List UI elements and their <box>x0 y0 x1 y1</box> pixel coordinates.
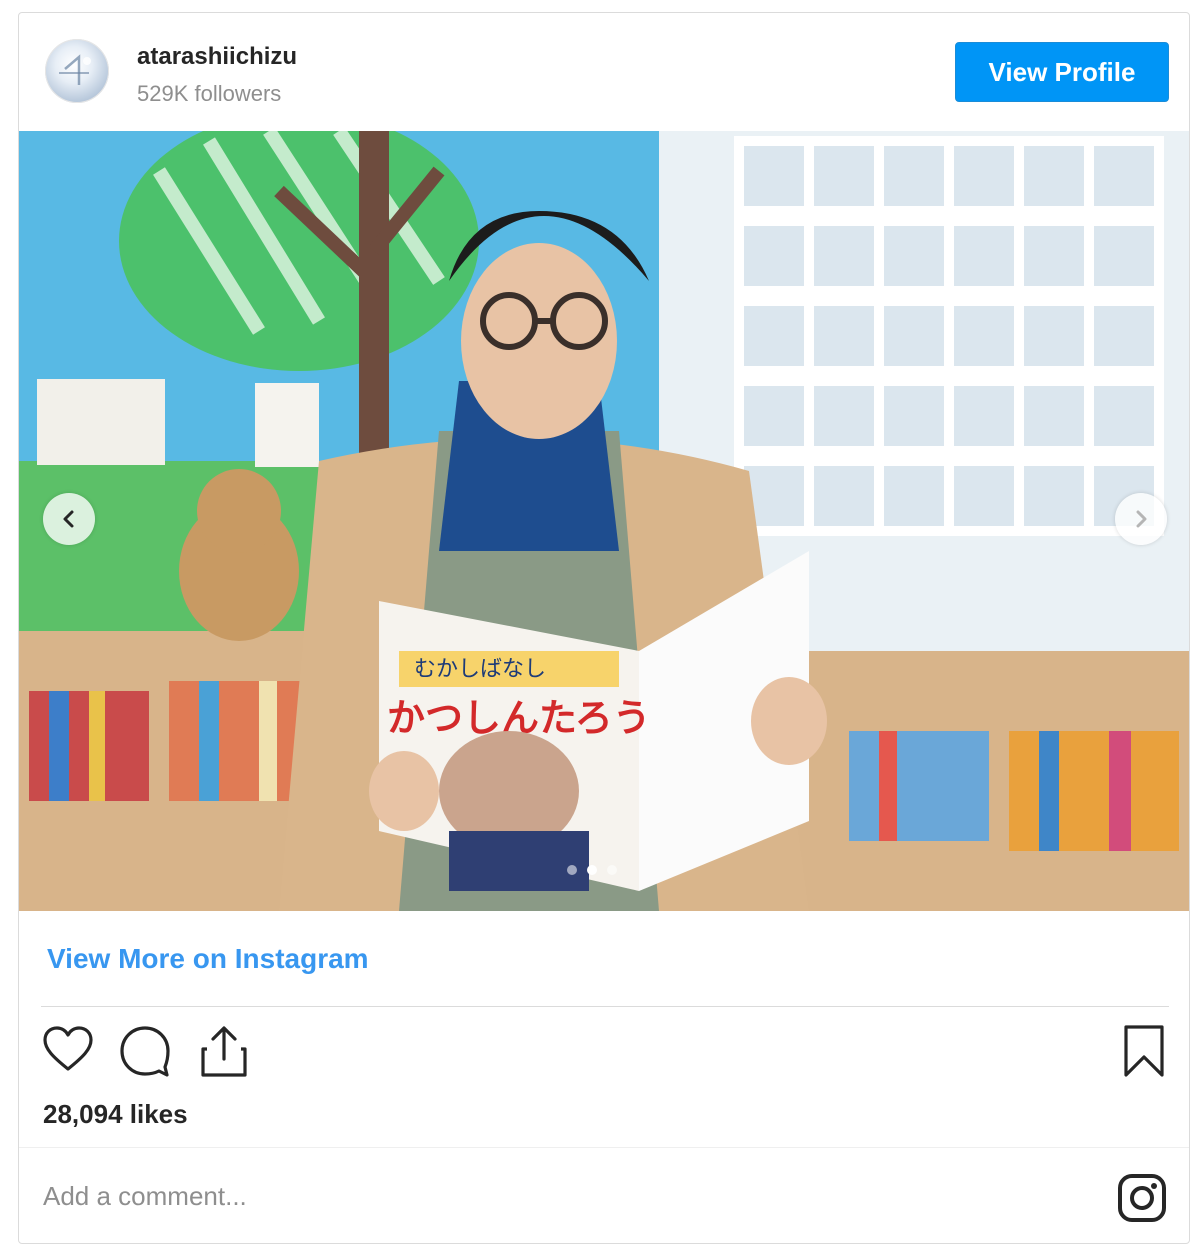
carousel-dot <box>567 865 577 875</box>
carousel-prev-button[interactable] <box>43 493 95 545</box>
chevron-left-icon <box>63 510 74 528</box>
view-more-link[interactable]: View More on Instagram <box>47 943 369 975</box>
username[interactable]: atarashiichizu <box>137 43 297 71</box>
save-button[interactable] <box>1121 1023 1167 1084</box>
comment-button[interactable] <box>117 1023 173 1084</box>
carousel-indicator <box>567 865 617 875</box>
photo-illustration: むかしばなし かつしんたろう <box>19 131 1189 911</box>
chevron-right-icon <box>1136 510 1147 528</box>
post-header: atarashiichizu 529K followers View Profi… <box>19 13 1189 131</box>
profile-avatar[interactable] <box>45 39 109 103</box>
heart-icon <box>43 1026 93 1071</box>
bookmark-icon <box>1124 1025 1164 1077</box>
avatar-image <box>59 54 91 85</box>
carousel-next-button[interactable] <box>1115 493 1167 545</box>
likes-count[interactable]: 28,094 likes <box>43 1099 188 1130</box>
instagram-embed-card: atarashiichizu 529K followers View Profi… <box>18 12 1190 1244</box>
divider <box>41 1006 1169 1007</box>
action-bar <box>19 1023 1189 1093</box>
follower-count: 529K followers <box>137 81 282 106</box>
comment-icon <box>120 1026 170 1077</box>
carousel-dot <box>607 865 617 875</box>
post-image[interactable]: むかしばなし かつしんたろう <box>19 131 1189 911</box>
comment-input[interactable]: Add a comment... <box>43 1181 247 1212</box>
instagram-icon <box>1118 1174 1166 1222</box>
carousel-dot-active <box>587 865 597 875</box>
instagram-logo-link[interactable] <box>1117 1173 1167 1228</box>
book-subtitle-text: むかしばなし <box>414 657 546 682</box>
share-icon <box>201 1026 247 1077</box>
share-button[interactable] <box>197 1023 251 1084</box>
like-button[interactable] <box>41 1023 95 1082</box>
divider <box>19 1147 1189 1148</box>
view-profile-button[interactable]: View Profile <box>955 42 1169 102</box>
